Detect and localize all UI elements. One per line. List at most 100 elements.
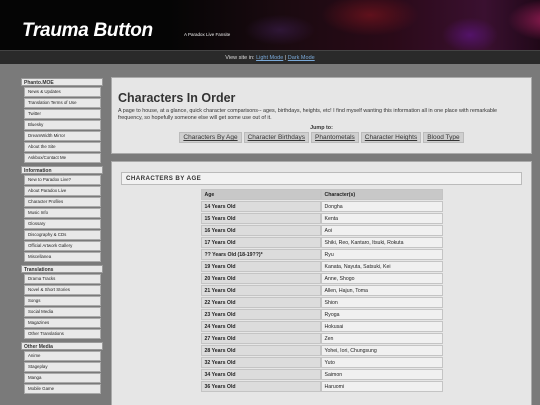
sidebar-item[interactable]: About Paradox Live (24, 186, 101, 196)
table-row: ?? Years Old (18-19??)* Ryu (200, 249, 443, 260)
sidebar-heading: Phanto.MOE (21, 78, 103, 86)
characters-cell: Kanata, Nayuta, Satsuki, Kei (320, 261, 443, 272)
age-table-header: Age Character(s) (200, 189, 443, 200)
characters-cell: Kenta (320, 213, 443, 224)
sidebar-item[interactable]: Askbox/Contact Me (24, 153, 101, 163)
sidebar-item[interactable]: Mobile Game (24, 384, 101, 394)
table-row: 34 Years Old Saimon (200, 369, 443, 380)
sidebar-item[interactable]: About the Site (24, 142, 101, 152)
characters-cell: Anne, Shogo (320, 273, 443, 284)
age-column-header: Age (200, 189, 321, 200)
age-cell: 34 Years Old (200, 369, 321, 380)
age-cell: 36 Years Old (200, 381, 321, 392)
table-row: 16 Years Old Aoi (200, 225, 443, 236)
sidebar-item[interactable]: Translation Terms of Use (24, 98, 101, 108)
intro-box: Characters In Order A page to house, at … (111, 77, 532, 154)
jump-link[interactable]: Character Heights (360, 132, 422, 143)
age-cell: 27 Years Old (200, 333, 321, 344)
age-cell: 21 Years Old (200, 285, 321, 296)
characters-cell: Ryoga (320, 309, 443, 320)
characters-cell: Zen (320, 333, 443, 344)
age-cell: 17 Years Old (200, 237, 321, 248)
jump-link[interactable]: Characters By Age (179, 132, 242, 143)
table-row: 23 Years Old Ryoga (200, 309, 443, 320)
age-section: CHARACTERS BY AGE Age Character(s) 14 Ye… (111, 161, 532, 405)
sidebar-section: Information New to Paradox Live? About Par… (21, 166, 103, 262)
table-row: 36 Years Old Haruomi (200, 381, 443, 392)
sidebar-item[interactable]: Official Artwork Gallery (24, 241, 101, 251)
sidebar-item[interactable]: Character Profiles (24, 197, 101, 207)
age-section-title: CHARACTERS BY AGE (121, 172, 522, 185)
sidebar-item[interactable]: Bluesky (24, 120, 101, 130)
dark-mode-link[interactable]: Dark Mode (288, 55, 315, 61)
sidebar-item[interactable]: Glossary (24, 219, 101, 229)
banner-artwork (170, 0, 540, 50)
characters-cell: Aoi (320, 225, 443, 236)
sidebar-item[interactable]: Drama Tracks (24, 274, 101, 284)
characters-cell: Yuto (320, 357, 443, 368)
age-cell: 20 Years Old (200, 273, 321, 284)
sidebar-item[interactable]: DreamWidth Mirror (24, 131, 101, 141)
sidebar-section: Translations Drama Tracks Novel & Short St… (21, 265, 103, 339)
jump-link[interactable]: Character Birthdays (243, 132, 310, 143)
view-mode-bar: View site in: Light Mode | Dark Mode (0, 50, 540, 64)
table-row: 28 Years Old Yohei, Iori, Chungsung (200, 345, 443, 356)
table-row: 24 Years Old Hokusai (200, 321, 443, 332)
jump-link[interactable]: Phantometals (311, 132, 359, 143)
jump-links: Characters By Age Character Birthdays Phan… (118, 132, 525, 143)
sidebar-item[interactable]: News & Updates (24, 87, 101, 97)
age-cell: 32 Years Old (200, 357, 321, 368)
sidebar-item[interactable]: Manga (24, 373, 101, 383)
sidebar-heading: Translations (21, 265, 103, 273)
page-description: A page to house, at a glance, quick char… (118, 108, 498, 121)
table-row: 19 Years Old Kanata, Nayuta, Satsuki, Kei (200, 261, 443, 272)
sidebar-item[interactable]: Stageplay (24, 362, 101, 372)
sidebar-item[interactable]: Discography & CDs (24, 230, 101, 240)
characters-cell: Shiki, Reo, Kantaro, Itsuki, Rokuta (320, 237, 443, 248)
sidebar-item[interactable]: Music Info (24, 208, 101, 218)
site-tagline: A Paradox Live Fansite (184, 32, 231, 37)
sidebar-section: Phanto.MOE News & Updates Translation Term… (21, 78, 103, 163)
jump-link[interactable]: Blood Type (423, 132, 464, 143)
table-row: 15 Years Old Kenta (200, 213, 443, 224)
characters-column-header: Character(s) (320, 189, 443, 200)
sidebar-item[interactable]: New to Paradox Live? (24, 175, 101, 185)
age-cell: 22 Years Old (200, 297, 321, 308)
sidebar-item[interactable]: Social Media (24, 307, 101, 317)
sidebar-item[interactable]: Anime (24, 351, 101, 361)
characters-cell: Shion (320, 297, 443, 308)
age-cell: 28 Years Old (200, 345, 321, 356)
sidebar-item[interactable]: Magazines (24, 318, 101, 328)
sidebar-heading: Other Media (21, 342, 103, 350)
table-row: 17 Years Old Shiki, Reo, Kantaro, Itsuki,… (200, 237, 443, 248)
sidebar-item[interactable]: Songs (24, 296, 101, 306)
characters-cell: Saimon (320, 369, 443, 380)
sidebar-item[interactable]: Miscellanea (24, 252, 101, 262)
site-banner: Trauma Button A Paradox Live Fansite (0, 0, 540, 50)
characters-cell: Allen, Hajun, Toma (320, 285, 443, 296)
table-row: 32 Years Old Yuto (200, 357, 443, 368)
jump-label: Jump to: (310, 125, 333, 131)
sidebar-item[interactable]: Twitter (24, 109, 101, 119)
characters-cell: Hokusai (320, 321, 443, 332)
sidebar-nav: Phanto.MOE News & Updates Translation Term… (21, 78, 103, 397)
site-logo[interactable]: Trauma Button (22, 20, 153, 42)
characters-cell: Dongha (320, 201, 443, 212)
age-cell: 23 Years Old (200, 309, 321, 320)
age-table: Age Character(s) 14 Years Old Dongha 15 Ye… (200, 188, 443, 393)
characters-cell: Ryu (320, 249, 443, 260)
sidebar-item[interactable]: Novel & Short Stories (24, 285, 101, 295)
age-cell: 24 Years Old (200, 321, 321, 332)
sidebar-heading: Information (21, 166, 103, 174)
page-title: Characters In Order (118, 91, 236, 105)
sidebar-item[interactable]: Other Translations (24, 329, 101, 339)
age-cell: 16 Years Old (200, 225, 321, 236)
sidebar-section: Other Media Anime Stageplay Manga Mobile Gam… (21, 342, 103, 394)
light-mode-link[interactable]: Light Mode (256, 55, 283, 61)
age-cell: 15 Years Old (200, 213, 321, 224)
table-row: 20 Years Old Anne, Shogo (200, 273, 443, 284)
characters-cell: Haruomi (320, 381, 443, 392)
table-row: 22 Years Old Shion (200, 297, 443, 308)
table-row: 27 Years Old Zen (200, 333, 443, 344)
age-cell: 19 Years Old (200, 261, 321, 272)
